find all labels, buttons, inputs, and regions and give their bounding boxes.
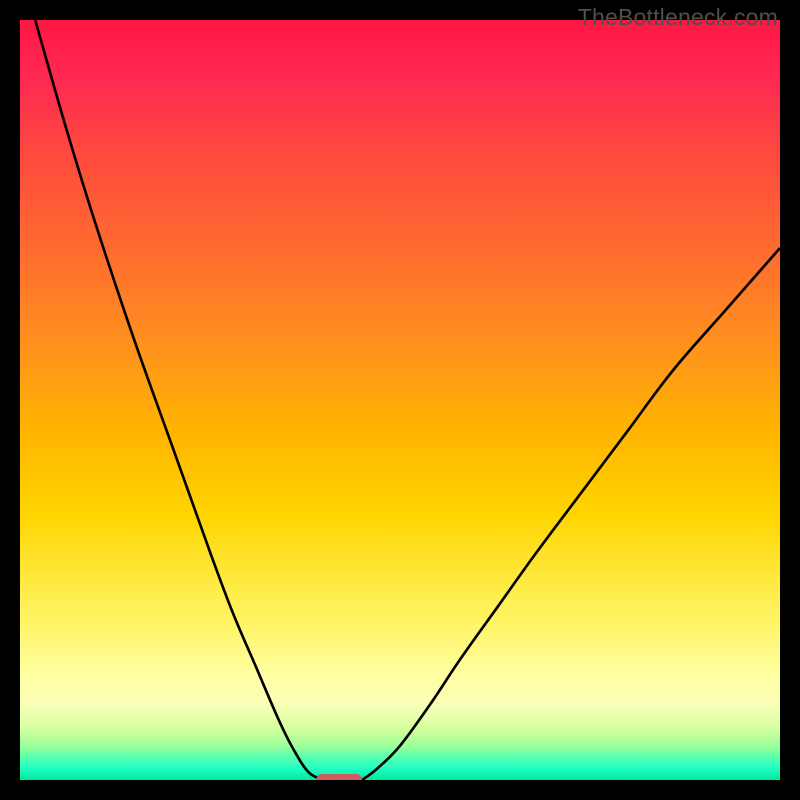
curves-svg [20, 20, 780, 780]
curve-left [35, 20, 324, 780]
plot-area [20, 20, 780, 780]
curve-right [362, 248, 780, 780]
chart-container: TheBottleneck.com [0, 0, 800, 800]
watermark-text: TheBottleneck.com [578, 4, 778, 31]
bottleneck-marker [316, 774, 362, 780]
